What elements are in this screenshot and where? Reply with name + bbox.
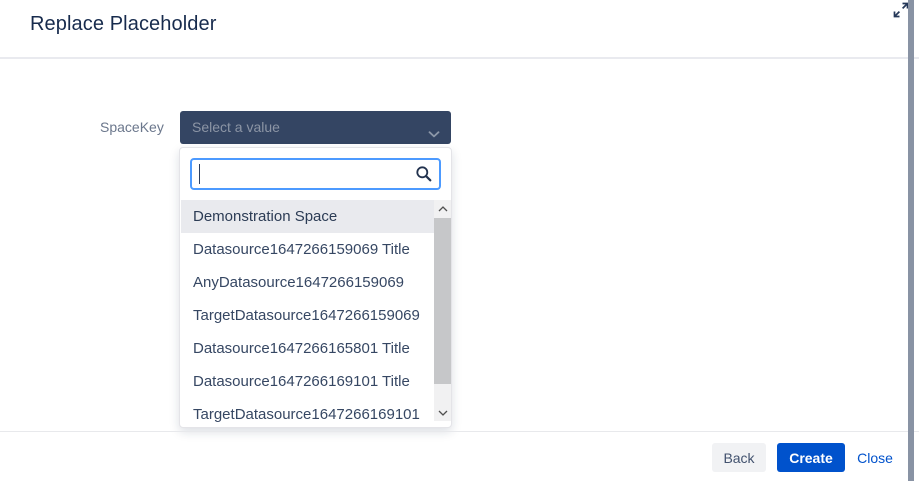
chevron-down-icon: [438, 410, 448, 416]
footer-divider: [0, 431, 919, 432]
spacekey-select[interactable]: Select a value: [180, 111, 451, 144]
page-scrollbar[interactable]: [908, 0, 914, 481]
select-dropdown-panel: Demonstration Space Datasource1647266159…: [179, 147, 452, 428]
page-title: Replace Placeholder: [30, 13, 216, 36]
option-list: Demonstration Space Datasource1647266159…: [181, 200, 452, 428]
option-targetdatasource-169101[interactable]: TargetDatasource1647266169101: [181, 398, 435, 428]
option-datasource-169101[interactable]: Datasource1647266169101 Title: [181, 365, 435, 398]
spacekey-label: SpaceKey: [100, 119, 164, 135]
option-datasource-165801[interactable]: Datasource1647266165801 Title: [181, 332, 435, 365]
chevron-up-icon: [438, 206, 448, 212]
dropdown-search: [190, 158, 441, 190]
close-button[interactable]: Close: [853, 443, 897, 472]
back-button[interactable]: Back: [712, 443, 766, 472]
text-caret: [199, 164, 200, 184]
dropdown-scrollbar[interactable]: [434, 200, 451, 421]
create-button[interactable]: Create: [777, 443, 845, 472]
chevron-down-icon: [428, 125, 440, 143]
dropdown-search-input[interactable]: [190, 158, 441, 190]
scroll-down-button[interactable]: [434, 404, 451, 421]
option-datasource-159069[interactable]: Datasource1647266159069 Title: [181, 233, 435, 266]
search-icon: [415, 165, 433, 188]
dropdown-scrollbar-thumb[interactable]: [434, 218, 451, 384]
select-placeholder: Select a value: [192, 111, 280, 144]
scroll-up-button[interactable]: [434, 200, 451, 217]
expand-icon[interactable]: [893, 2, 909, 18]
option-targetdatasource-159069[interactable]: TargetDatasource1647266159069: [181, 299, 435, 332]
header-divider: [0, 57, 919, 59]
option-anydatasource-159069[interactable]: AnyDatasource1647266159069: [181, 266, 435, 299]
option-demonstration-space[interactable]: Demonstration Space: [181, 200, 435, 233]
